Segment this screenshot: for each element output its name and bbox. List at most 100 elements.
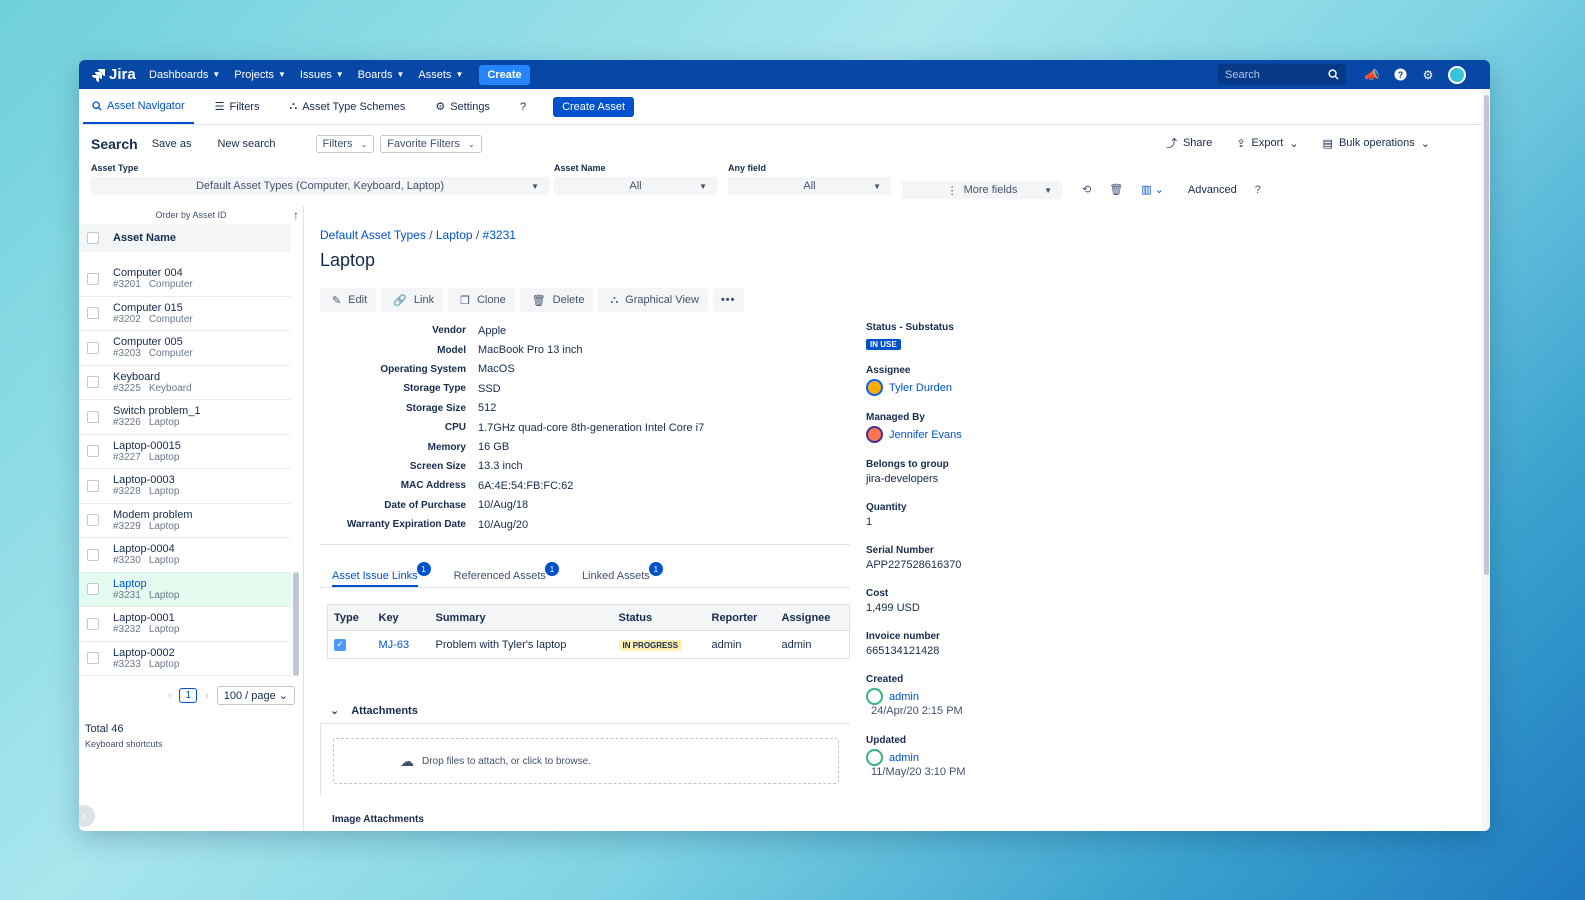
- more-fields-select[interactable]: ⋮ More fields ▼: [902, 181, 1062, 199]
- breadcrumb-item[interactable]: Laptop: [436, 228, 473, 242]
- delete-button[interactable]: 🗑 Delete: [519, 288, 594, 312]
- save-as-button[interactable]: Save as: [152, 138, 192, 150]
- new-search-button[interactable]: New search: [217, 138, 275, 150]
- refresh-icon[interactable]: ⟲: [1082, 183, 1091, 196]
- nav-projects[interactable]: Projects ▼: [234, 69, 286, 81]
- page-number[interactable]: 1: [179, 688, 198, 703]
- managed-by-user[interactable]: Jennifer Evans: [866, 426, 1126, 443]
- row-checkbox[interactable]: [87, 307, 99, 320]
- quantity-value: 1: [866, 516, 873, 528]
- list-scrollbar[interactable]: [293, 572, 299, 676]
- graphical-view-button[interactable]: ⛬ Graphical View: [598, 288, 708, 312]
- tab-referenced-assets[interactable]: Referenced Assets 1: [454, 562, 559, 587]
- list-item[interactable]: Computer 005 #3203 Computer: [79, 331, 291, 366]
- list-item[interactable]: Switch problem_1 #3226 Laptop: [79, 400, 291, 435]
- asset-type-select[interactable]: Default Asset Types (Computer, Keyboard,…: [91, 177, 549, 195]
- arrow-up-icon[interactable]: ↑: [293, 208, 299, 222]
- attachments-toggle[interactable]: ⌄ Attachments: [330, 704, 418, 718]
- list-item[interactable]: Keyboard #3225 Keyboard: [79, 366, 291, 400]
- file-dropzone[interactable]: ☁ Drop files to attach, or click to brow…: [333, 738, 839, 784]
- any-field-select[interactable]: All ▼: [728, 177, 891, 195]
- row-checkbox[interactable]: [87, 617, 99, 630]
- table-row[interactable]: ✓ MJ-63 Problem with Tyler's laptop IN P…: [327, 630, 850, 659]
- list-item[interactable]: Laptop-0002 #3233 Laptop: [79, 642, 291, 676]
- help-link[interactable]: ?: [1255, 184, 1261, 196]
- nav-issues[interactable]: Issues ▼: [300, 69, 344, 81]
- row-checkbox[interactable]: [87, 341, 99, 354]
- list-item[interactable]: Laptop-0004 #3230 Laptop: [79, 538, 291, 573]
- export-button[interactable]: ⇪ Export ⌄: [1236, 135, 1298, 151]
- issue-key-link[interactable]: MJ-63: [372, 630, 430, 659]
- per-page-select[interactable]: 100 / page ⌄: [216, 686, 295, 705]
- attribute-value: 16 GB: [478, 441, 510, 454]
- tab-asset-navigator[interactable]: Asset Navigator: [83, 89, 194, 124]
- row-checkbox[interactable]: [87, 445, 99, 458]
- link-button[interactable]: 🔗 Link: [381, 288, 444, 312]
- row-checkbox[interactable]: [87, 479, 99, 492]
- trash-icon[interactable]: 🗑: [1109, 183, 1123, 196]
- avatar[interactable]: [1448, 65, 1466, 84]
- pagination: ‹ 1 › 100 / page ⌄: [79, 686, 303, 705]
- logo-text: Jira: [109, 66, 136, 83]
- cost-value: 1,499 USD: [866, 602, 920, 614]
- item-id: #3230: [113, 555, 141, 567]
- search-input[interactable]: Search: [1218, 64, 1346, 85]
- more-actions-button[interactable]: •••: [712, 288, 744, 312]
- filters-dropdown[interactable]: Filters ⌄: [315, 135, 375, 153]
- help-icon[interactable]: ?: [1391, 66, 1409, 84]
- row-checkbox[interactable]: [87, 548, 99, 561]
- breadcrumb-item[interactable]: #3231: [483, 228, 516, 242]
- assignee-user[interactable]: Tyler Durden: [866, 379, 1126, 396]
- keyboard-shortcuts-link[interactable]: Keyboard shortcuts: [85, 739, 303, 749]
- order-by-row[interactable]: Order by Asset ID ↑: [79, 206, 303, 224]
- row-checkbox[interactable]: [87, 376, 99, 389]
- list-item[interactable]: Computer 004 #3201 Computer: [79, 262, 291, 297]
- attribute-key: Screen Size: [409, 460, 466, 472]
- row-checkbox[interactable]: [87, 583, 99, 596]
- jira-logo[interactable]: Jira: [91, 66, 149, 83]
- clone-button[interactable]: ❐ Clone: [448, 288, 515, 312]
- list-item[interactable]: Computer 015 #3202 Computer: [79, 297, 291, 331]
- created-user[interactable]: admin: [866, 688, 1126, 705]
- gear-icon[interactable]: ⚙: [1419, 66, 1437, 84]
- tab-asset-type-schemes[interactable]: ⛬ Asset Type Schemes: [280, 89, 414, 124]
- list-item[interactable]: Laptop-0001 #3232 Laptop: [79, 607, 291, 642]
- page-scrollbar[interactable]: [1482, 89, 1490, 831]
- bulk-operations-button[interactable]: ▤ Bulk operations ⌄: [1323, 135, 1430, 151]
- breadcrumb-item[interactable]: Default Asset Types: [320, 228, 426, 242]
- prev-page-icon[interactable]: ‹: [168, 690, 172, 702]
- edit-button[interactable]: ✎ Edit: [320, 288, 377, 312]
- collapse-sidebar-icon[interactable]: ›: [79, 805, 95, 827]
- next-page-icon[interactable]: ›: [205, 690, 209, 702]
- create-asset-button[interactable]: Create Asset: [553, 96, 635, 117]
- help-link[interactable]: ?: [511, 89, 535, 124]
- jira-window: Jira Dashboards ▼ Projects ▼ Issues ▼ Board…: [79, 60, 1490, 831]
- share-button[interactable]: ⤴ Share: [1166, 135, 1212, 151]
- asset-name-select[interactable]: All ▼: [554, 177, 717, 195]
- row-checkbox[interactable]: [87, 652, 99, 665]
- row-checkbox[interactable]: [87, 514, 99, 527]
- row-checkbox[interactable]: [87, 272, 99, 285]
- page-scrollbar-thumb[interactable]: [1484, 95, 1489, 575]
- tab-asset-issue-links[interactable]: Asset Issue Links 1: [332, 562, 431, 587]
- favorite-filters-dropdown[interactable]: Favorite Filters ⌄: [380, 135, 482, 153]
- list-item[interactable]: Modem problem #3229 Laptop: [79, 504, 291, 538]
- managed-by-field: Managed By Jennifer Evans: [866, 412, 1126, 459]
- nav-assets[interactable]: Assets ▼: [418, 69, 463, 81]
- row-checkbox[interactable]: [87, 410, 99, 423]
- tab-linked-assets[interactable]: Linked Assets 1: [582, 562, 663, 587]
- nav-boards[interactable]: Boards ▼: [358, 69, 405, 81]
- advanced-button[interactable]: Advanced: [1188, 184, 1237, 196]
- nav-dashboards[interactable]: Dashboards ▼: [149, 69, 220, 81]
- list-item[interactable]: Laptop-0003 #3228 Laptop: [79, 469, 291, 504]
- list-item-selected[interactable]: Laptop #3231 Laptop: [79, 572, 291, 607]
- create-button[interactable]: Create: [479, 64, 530, 85]
- tab-settings[interactable]: ⚙ Settings: [426, 89, 499, 124]
- updated-user[interactable]: admin: [866, 749, 1126, 766]
- tab-filters[interactable]: ☰ Filters: [206, 89, 269, 124]
- dropzone-text: Drop files to attach, or click to browse…: [422, 755, 591, 767]
- list-item[interactable]: Laptop-00015 #3227 Laptop: [79, 435, 291, 469]
- select-all-checkbox[interactable]: [87, 232, 99, 244]
- megaphone-icon[interactable]: 📣: [1363, 66, 1381, 84]
- view-toggle-icon[interactable]: ▥ ⌄: [1141, 183, 1164, 196]
